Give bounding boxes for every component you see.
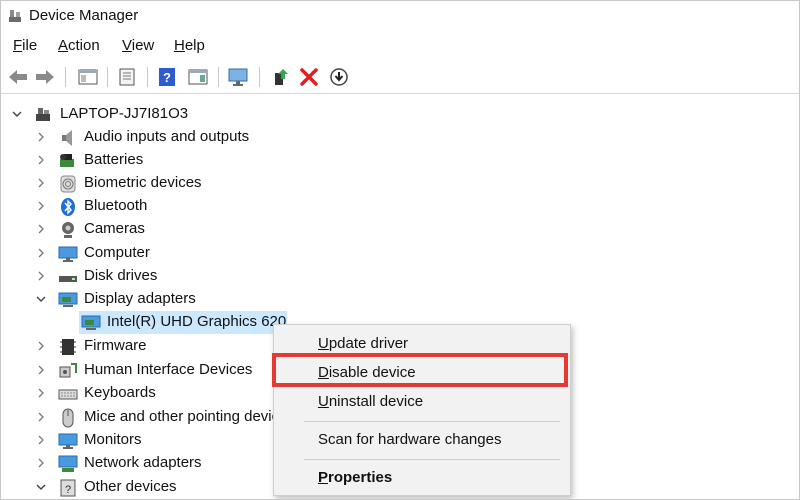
firmware-icon	[60, 339, 76, 355]
svg-text:?: ?	[65, 484, 71, 496]
show-hide-tree-icon[interactable]	[77, 66, 99, 88]
battery-icon	[60, 154, 74, 167]
toolbar: ?	[1, 61, 799, 94]
tree-item-label: Disk drives	[84, 267, 158, 284]
menu-separator	[304, 459, 560, 460]
chevron-right-icon[interactable]	[35, 223, 47, 235]
device-manager-window: Device Manager File Action View Help ? L…	[0, 0, 800, 500]
monitor-scan-icon[interactable]	[227, 66, 249, 88]
properties-icon[interactable]	[116, 66, 138, 88]
help-icon[interactable]: ?	[156, 66, 178, 88]
fingerprint-icon	[60, 175, 76, 193]
tree-item-label: Network adapters	[84, 454, 202, 471]
tree-item-label: Batteries	[84, 151, 144, 168]
view-details-icon[interactable]	[187, 66, 209, 88]
tree-item-label: Computer	[84, 244, 150, 261]
disable-device-highlight	[272, 353, 568, 387]
tree-root-label: LAPTOP-JJ7I81O3	[60, 105, 189, 122]
mouse-icon	[62, 408, 74, 428]
display-adapter-icon	[58, 292, 78, 307]
tree-item-label: Other devices	[84, 478, 177, 495]
disable-download-icon[interactable]	[328, 66, 350, 88]
tree-item-biometric[interactable]: Biometric devices	[1, 172, 501, 195]
tree-item-label: Monitors	[84, 431, 142, 448]
computer-icon	[58, 246, 78, 262]
chevron-right-icon[interactable]	[35, 457, 47, 469]
tree-item-label: Biometric devices	[84, 174, 202, 191]
chevron-down-icon[interactable]	[35, 481, 47, 493]
menu-scan-hardware[interactable]: Scan for hardware changes	[318, 431, 501, 448]
disk-drive-icon	[59, 276, 77, 282]
chevron-right-icon[interactable]	[35, 247, 47, 259]
chevron-right-icon[interactable]	[35, 340, 47, 352]
menu-separator	[304, 421, 560, 422]
tree-item-bluetooth[interactable]: Bluetooth	[1, 195, 501, 218]
chevron-right-icon[interactable]	[35, 131, 47, 143]
menu-update-driver[interactable]: Update driver	[318, 335, 408, 352]
tree-item-label: Display adapters	[84, 290, 196, 307]
tree-item-label: Audio inputs and outputs	[84, 128, 250, 145]
tree-item-label: Mice and other pointing devices	[84, 408, 295, 425]
svg-text:?: ?	[163, 70, 171, 85]
tree-item-label: Intel(R) UHD Graphics 620	[107, 313, 287, 330]
chevron-right-icon[interactable]	[35, 154, 47, 166]
chevron-down-icon[interactable]	[35, 293, 47, 305]
device-manager-icon	[9, 10, 21, 22]
chevron-right-icon[interactable]	[35, 177, 47, 189]
network-adapter-icon	[58, 455, 78, 472]
computer-root-icon	[36, 108, 50, 121]
chevron-right-icon[interactable]	[35, 364, 47, 376]
tree-root[interactable]: LAPTOP-JJ7I81O3	[1, 103, 501, 126]
keyboard-icon	[58, 389, 78, 400]
camera-icon	[62, 222, 74, 238]
menu-view[interactable]: View	[122, 37, 154, 54]
uninstall-x-icon[interactable]	[298, 66, 320, 88]
tree-item-label: Firmware	[84, 337, 147, 354]
chevron-right-icon[interactable]	[35, 200, 47, 212]
update-driver-icon[interactable]	[269, 66, 291, 88]
tree-item-label: Human Interface Devices	[84, 361, 253, 378]
menu-uninstall-device[interactable]: Uninstall device	[318, 393, 423, 410]
menu-file[interactable]: File	[13, 37, 37, 54]
chevron-right-icon[interactable]	[35, 387, 47, 399]
tree-item-display-adapters[interactable]: Display adapters	[1, 288, 501, 311]
tree-item-audio[interactable]: Audio inputs and outputs	[1, 126, 501, 149]
tree-item-batteries[interactable]: Batteries	[1, 149, 501, 172]
display-adapter-icon	[81, 315, 101, 330]
menu-properties[interactable]: Properties	[318, 469, 392, 486]
menu-action[interactable]: Action	[58, 37, 100, 54]
tree-item-disk-drives[interactable]: Disk drives	[1, 265, 501, 288]
tree-item-cameras[interactable]: Cameras	[1, 218, 501, 241]
tree-item-label: Cameras	[84, 220, 145, 237]
menu-bar: File Action View Help	[1, 34, 799, 60]
chevron-right-icon[interactable]	[35, 270, 47, 282]
title-bar: Device Manager	[1, 1, 799, 33]
back-arrow-icon[interactable]	[7, 66, 29, 88]
tree-item-computer[interactable]: Computer	[1, 242, 501, 265]
chevron-right-icon[interactable]	[35, 411, 47, 423]
hid-icon	[59, 363, 77, 378]
chevron-down-icon[interactable]	[11, 108, 23, 120]
speaker-icon	[62, 130, 72, 146]
tree-item-label: Keyboards	[84, 384, 156, 401]
bluetooth-icon	[61, 198, 75, 216]
other-devices-icon: ?	[60, 479, 76, 497]
window-title: Device Manager	[29, 7, 139, 24]
monitor-icon	[58, 433, 78, 449]
tree-item-label: Bluetooth	[84, 197, 148, 214]
menu-help[interactable]: Help	[174, 37, 205, 54]
context-menu: Update driver Disable device Uninstall d…	[273, 324, 571, 496]
forward-arrow-icon[interactable]	[34, 66, 56, 88]
chevron-right-icon[interactable]	[35, 434, 47, 446]
